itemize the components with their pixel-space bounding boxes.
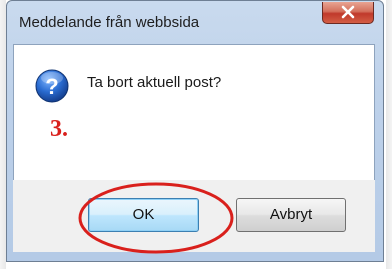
close-icon bbox=[341, 5, 355, 19]
step-annotation-label: 3. bbox=[50, 116, 68, 142]
ok-button[interactable]: OK bbox=[88, 198, 199, 232]
dialog-titlebar[interactable]: Meddelande från webbsida bbox=[7, 1, 383, 45]
background-window-edge-right bbox=[386, 0, 392, 269]
svg-text:?: ? bbox=[45, 74, 58, 99]
dialog-message: Ta bort aktuell post? bbox=[87, 74, 222, 91]
cancel-button[interactable]: Avbryt bbox=[236, 198, 346, 232]
dialog-title: Meddelande från webbsida bbox=[19, 14, 200, 31]
screenshot-canvas: Meddelande från webbsida ? Ta bort aktue… bbox=[0, 0, 392, 269]
question-icon: ? bbox=[35, 69, 69, 103]
close-button[interactable] bbox=[322, 2, 374, 24]
